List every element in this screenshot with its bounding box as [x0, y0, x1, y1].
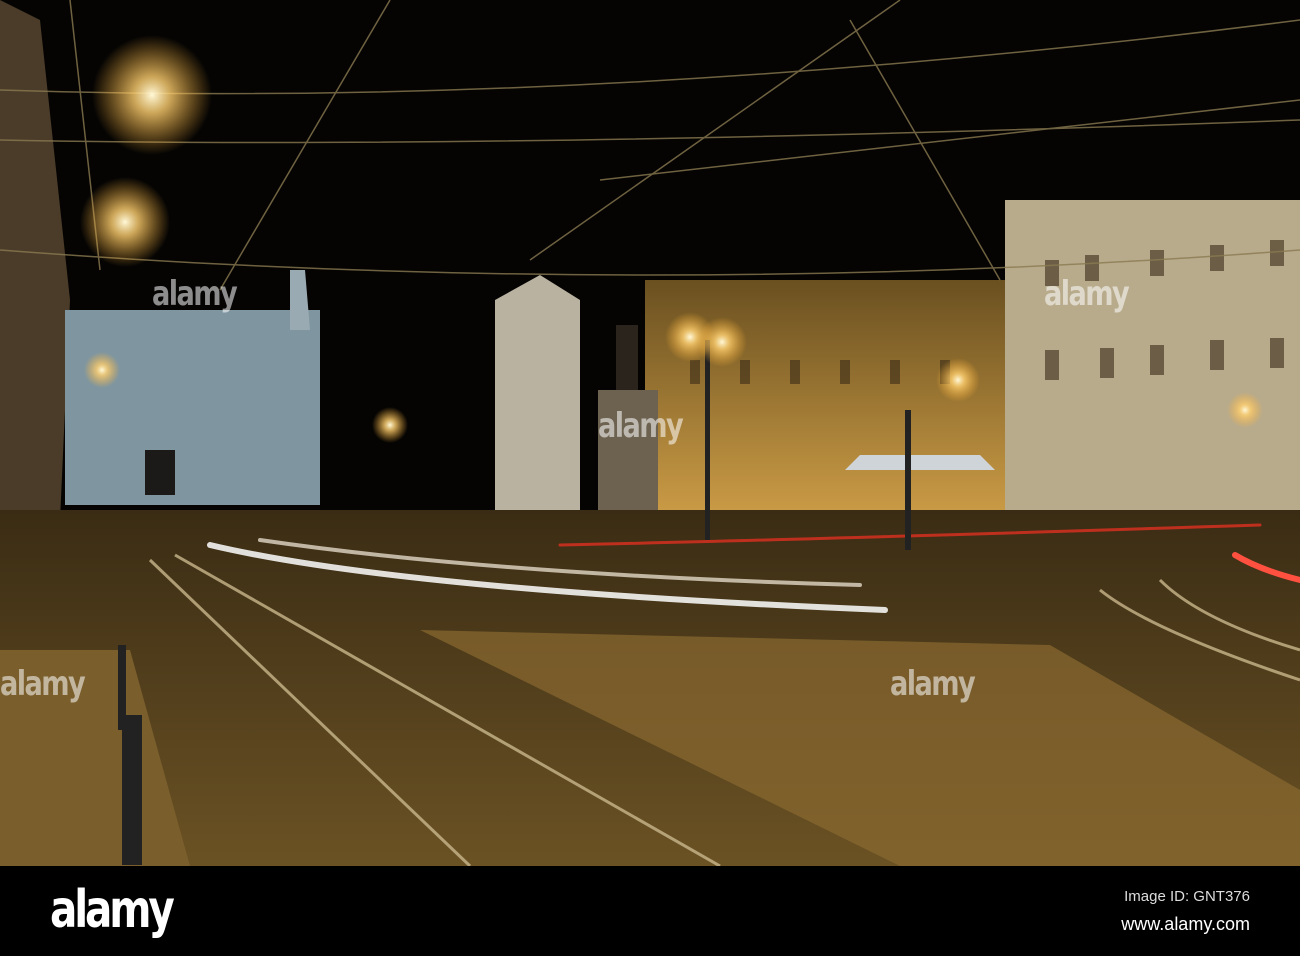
bollard [122, 715, 142, 865]
alamy-logo: alamy [50, 880, 175, 940]
church-facade [65, 310, 320, 505]
watermark: alamy [598, 406, 684, 446]
watermark: alamy [1044, 274, 1130, 314]
website-link: www.alamy.com [1121, 914, 1250, 934]
image-id: Image ID: GNT376 [1124, 888, 1250, 905]
kiosk [845, 455, 995, 470]
watermark: alamy [0, 664, 86, 704]
stock-photo: alamy alamy alamy alamy alamy alamy Imag… [0, 0, 1300, 956]
watermark: alamy [152, 274, 238, 314]
footer-bar: alamy Image ID: GNT376 www.alamy.com [0, 866, 1300, 956]
white-building [495, 275, 580, 510]
watermark: alamy [890, 664, 976, 704]
